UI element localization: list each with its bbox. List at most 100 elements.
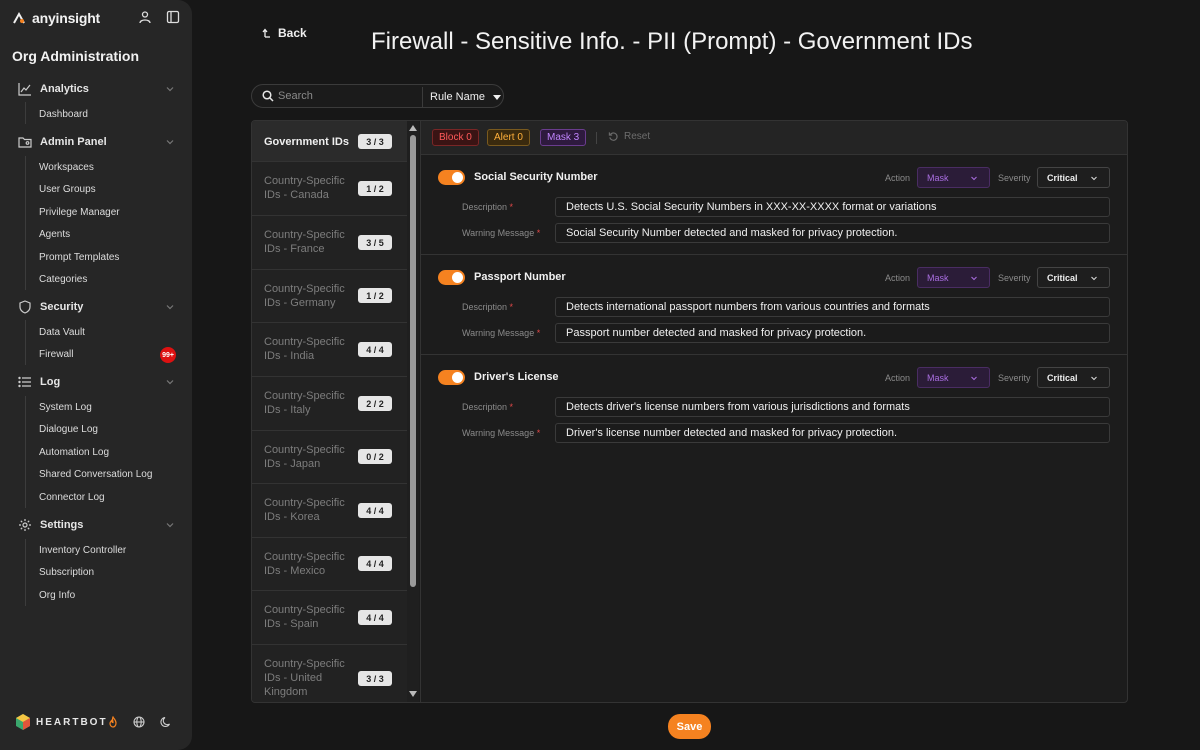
scroll-thumb[interactable] bbox=[410, 135, 416, 587]
fire-icon[interactable] bbox=[107, 716, 119, 728]
save-button[interactable]: Save bbox=[668, 714, 711, 739]
nav-section-admin-panel[interactable]: Admin Panel bbox=[0, 132, 192, 152]
chevron-down-icon[interactable] bbox=[165, 302, 175, 312]
user-icon[interactable] bbox=[138, 10, 152, 24]
warning-field[interactable]: Driver's license number detected and mas… bbox=[555, 423, 1110, 443]
chevron-down-icon bbox=[1091, 276, 1097, 281]
nav-section-label: Admin Panel bbox=[40, 136, 107, 148]
nav-item-shared-conversation-log[interactable]: Shared Conversation Log bbox=[39, 468, 152, 482]
nav-item-workspaces[interactable]: Workspaces bbox=[39, 161, 94, 175]
description-field[interactable]: Detects international passport numbers f… bbox=[555, 297, 1110, 317]
category-count: 4 / 4 bbox=[358, 610, 392, 625]
alert-filter-chip[interactable]: Alert 0 bbox=[487, 129, 530, 146]
rule-name: Social Security Number bbox=[474, 171, 598, 183]
nav-item-inventory-controller[interactable]: Inventory Controller bbox=[39, 544, 126, 558]
reset-icon bbox=[608, 132, 618, 141]
chevron-down-icon[interactable] bbox=[165, 377, 175, 387]
action-value: Mask bbox=[927, 272, 949, 283]
category-item[interactable]: Government IDs 3 / 3 bbox=[252, 121, 407, 162]
nav-item-connector-log[interactable]: Connector Log bbox=[39, 491, 105, 505]
chevron-down-icon bbox=[971, 176, 977, 181]
nav-section-settings[interactable]: Settings bbox=[0, 515, 192, 535]
category-count: 4 / 4 bbox=[358, 556, 392, 571]
category-count: 1 / 2 bbox=[358, 181, 392, 196]
rules-area: Block 0 Alert 0 Mask 3 Reset Social Secu… bbox=[421, 121, 1127, 702]
scroll-up-icon[interactable] bbox=[409, 125, 417, 131]
nav-item-org-info[interactable]: Org Info bbox=[39, 589, 75, 603]
category-scrollbar[interactable] bbox=[407, 121, 419, 702]
severity-select[interactable]: Critical bbox=[1037, 367, 1110, 388]
rule-enabled-toggle[interactable] bbox=[438, 270, 465, 285]
search-input[interactable] bbox=[278, 90, 418, 102]
rule-enabled-toggle[interactable] bbox=[438, 170, 465, 185]
search-bar: Rule Name bbox=[251, 84, 504, 108]
brand[interactable]: anyinsight bbox=[12, 10, 100, 26]
mask-filter-chip[interactable]: Mask 3 bbox=[540, 129, 587, 146]
action-select[interactable]: Mask bbox=[917, 267, 990, 288]
severity-select[interactable]: Critical bbox=[1037, 267, 1110, 288]
nav-section-analytics[interactable]: Analytics bbox=[0, 79, 192, 99]
category-label: Country-Specific IDs - Mexico bbox=[264, 551, 345, 577]
chevron-down-icon[interactable] bbox=[165, 84, 175, 94]
chevron-down-icon[interactable] bbox=[165, 520, 175, 530]
category-item[interactable]: Country-Specific IDs - Canada 1 / 2 bbox=[252, 162, 407, 216]
action-label: Action bbox=[885, 173, 911, 183]
scroll-down-icon[interactable] bbox=[409, 691, 417, 697]
category-label: Country-Specific IDs - Canada bbox=[264, 175, 345, 201]
nav-item-firewall[interactable]: Firewall bbox=[39, 348, 73, 362]
nav-item-user-groups[interactable]: User Groups bbox=[39, 183, 96, 197]
category-item[interactable]: Country-Specific IDs - India 4 / 4 bbox=[252, 323, 407, 377]
nav-item-subscription[interactable]: Subscription bbox=[39, 566, 94, 580]
folder-user-icon bbox=[18, 137, 32, 148]
moon-icon[interactable] bbox=[160, 716, 172, 728]
category-count: 3 / 5 bbox=[358, 235, 392, 250]
warning-field[interactable]: Passport number detected and masked for … bbox=[555, 323, 1110, 343]
heartbot-name: HEARTBOT bbox=[36, 716, 108, 728]
action-select[interactable]: Mask bbox=[917, 167, 990, 188]
category-item[interactable]: Country-Specific IDs - Italy 2 / 2 bbox=[252, 377, 407, 431]
nav-item-data-vault[interactable]: Data Vault bbox=[39, 326, 85, 340]
nav-item-privilege-manager[interactable]: Privilege Manager bbox=[39, 206, 120, 220]
description-field[interactable]: Detects driver's license numbers from va… bbox=[555, 397, 1110, 417]
nav-section-label: Log bbox=[40, 376, 61, 388]
nav-item-automation-log[interactable]: Automation Log bbox=[39, 446, 109, 460]
description-label: Description * bbox=[462, 302, 514, 312]
nav-section-log[interactable]: Log bbox=[0, 372, 192, 392]
nav-item-agents[interactable]: Agents bbox=[39, 228, 70, 242]
reset-button[interactable]: Reset bbox=[608, 131, 650, 142]
warning-label: Warning Message * bbox=[462, 428, 541, 438]
category-item[interactable]: Country-Specific IDs - France 3 / 5 bbox=[252, 216, 407, 270]
severity-select[interactable]: Critical bbox=[1037, 167, 1110, 188]
sidebar-toggle-icon[interactable] bbox=[166, 10, 180, 24]
category-count: 0 / 2 bbox=[358, 449, 392, 464]
nav-item-categories[interactable]: Categories bbox=[39, 273, 87, 287]
category-item[interactable]: Country-Specific IDs - Spain 4 / 4 bbox=[252, 591, 407, 645]
description-field[interactable]: Detects U.S. Social Security Numbers in … bbox=[555, 197, 1110, 217]
nav-item-prompt-templates[interactable]: Prompt Templates bbox=[39, 251, 119, 265]
back-button[interactable]: Back bbox=[262, 26, 307, 40]
reset-label: Reset bbox=[624, 131, 651, 142]
rule-row: Social Security Number Action Mask Sever… bbox=[421, 155, 1127, 255]
block-filter-chip[interactable]: Block 0 bbox=[432, 129, 479, 146]
category-item[interactable]: Country-Specific IDs - United Kingdom 3 … bbox=[252, 645, 407, 702]
category-item[interactable]: Country-Specific IDs - Mexico 4 / 4 bbox=[252, 538, 407, 591]
category-item[interactable]: Country-Specific IDs - Germany 1 / 2 bbox=[252, 270, 407, 323]
rule-enabled-toggle[interactable] bbox=[438, 370, 465, 385]
chart-line-icon bbox=[18, 83, 31, 96]
nav-section-security[interactable]: Security bbox=[0, 297, 192, 317]
org-title: Org Administration bbox=[12, 48, 140, 64]
globe-icon[interactable] bbox=[133, 716, 145, 728]
chevron-down-icon bbox=[1091, 176, 1097, 181]
nav-item-system-log[interactable]: System Log bbox=[39, 401, 92, 415]
search-field-select[interactable]: Rule Name bbox=[422, 87, 504, 107]
warning-field[interactable]: Social Security Number detected and mask… bbox=[555, 223, 1110, 243]
nav-tree-line bbox=[25, 396, 26, 508]
action-select[interactable]: Mask bbox=[917, 367, 990, 388]
category-item[interactable]: Country-Specific IDs - Korea 4 / 4 bbox=[252, 484, 407, 538]
nav-item-dashboard[interactable]: Dashboard bbox=[39, 108, 88, 122]
category-label: Country-Specific IDs - Spain bbox=[264, 604, 345, 630]
chevron-down-icon[interactable] bbox=[165, 137, 175, 147]
category-item[interactable]: Country-Specific IDs - Japan 0 / 2 bbox=[252, 431, 407, 484]
nav-tree-line bbox=[25, 539, 26, 606]
nav-item-dialogue-log[interactable]: Dialogue Log bbox=[39, 423, 98, 437]
